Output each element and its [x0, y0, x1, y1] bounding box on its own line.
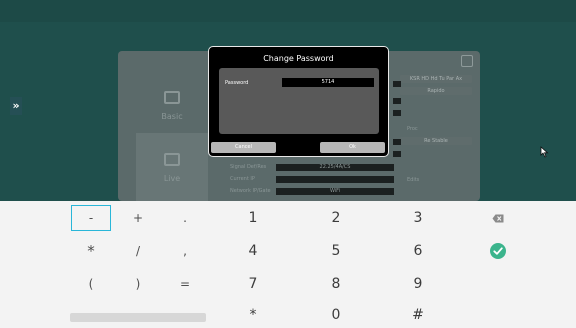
key-3[interactable]: 3: [398, 205, 438, 231]
key-4[interactable]: 4: [233, 238, 273, 264]
category-live[interactable]: Live: [136, 133, 208, 201]
setting-label: Network IP/Gate: [230, 188, 271, 194]
change-password-dialog: Change Password Password 5714 Cancel Ok: [208, 46, 389, 157]
ok-button[interactable]: Ok: [320, 142, 385, 153]
key-equals[interactable]: =: [165, 271, 205, 297]
setting-toggle[interactable]: [393, 98, 401, 104]
key-minus[interactable]: -: [71, 205, 111, 231]
close-icon[interactable]: [461, 55, 473, 67]
key-comma[interactable]: ,: [165, 238, 205, 264]
key-close-paren[interactable]: ): [118, 271, 158, 297]
key-star[interactable]: *: [233, 302, 273, 328]
category-label: Basic: [161, 112, 183, 121]
backspace-key[interactable]: [478, 205, 518, 231]
category-label: Live: [163, 174, 181, 183]
setting-label: Edits: [407, 177, 420, 183]
key-1[interactable]: 1: [233, 205, 273, 231]
setting-chip[interactable]: Re Stable: [400, 137, 472, 145]
password-label: Password: [225, 80, 249, 86]
key-plus[interactable]: +: [118, 205, 158, 231]
setting-toggle[interactable]: [393, 81, 401, 87]
monitor-icon: [164, 91, 180, 104]
setting-toggle[interactable]: [393, 139, 401, 145]
key-9[interactable]: 9: [398, 271, 438, 297]
setting-toggle[interactable]: [393, 151, 401, 157]
mouse-cursor-icon: [540, 146, 549, 158]
key-2[interactable]: 2: [316, 205, 356, 231]
key-open-paren[interactable]: (: [71, 271, 111, 297]
setting-label: Signal Def/Res: [230, 164, 267, 170]
key-hash[interactable]: #: [398, 302, 438, 328]
dialog-title: Change Password: [263, 54, 334, 63]
password-input[interactable]: 5714: [282, 78, 374, 87]
enter-key[interactable]: [478, 238, 518, 264]
setting-label: Current IP: [230, 176, 255, 182]
key-0[interactable]: 0: [316, 302, 356, 328]
numeric-keyboard: - + . 1 2 3 * / , 4 5 6 ( ) = 7 8 9 * 0 …: [0, 201, 576, 328]
setting-chip[interactable]: Rapido: [400, 87, 472, 95]
setting-field[interactable]: 22.25/4A/CS: [276, 164, 394, 171]
cancel-button[interactable]: Cancel: [211, 142, 276, 153]
key-6[interactable]: 6: [398, 238, 438, 264]
top-strip: [0, 0, 576, 22]
key-slash[interactable]: /: [118, 238, 158, 264]
setting-toggle[interactable]: [393, 110, 401, 116]
key-7[interactable]: 7: [233, 271, 273, 297]
setting-field[interactable]: WiFi: [276, 188, 394, 195]
screen: » Basic Live KSR HD Hd Tu Par Ax Rapido …: [0, 0, 576, 328]
backspace-icon: [492, 214, 504, 222]
setting-chip[interactable]: KSR HD Hd Tu Par Ax: [400, 75, 472, 83]
setting-field[interactable]: [276, 176, 394, 183]
double-chevron-right-icon: »: [12, 99, 20, 112]
space-bar[interactable]: [70, 313, 206, 322]
check-icon: [490, 243, 506, 259]
setting-label: Proc: [407, 126, 418, 132]
key-5[interactable]: 5: [316, 238, 356, 264]
key-period[interactable]: .: [165, 205, 205, 231]
expand-sidebar-button[interactable]: »: [10, 97, 22, 115]
key-8[interactable]: 8: [316, 271, 356, 297]
monitor-icon: [164, 153, 180, 166]
key-asterisk[interactable]: *: [71, 238, 111, 264]
